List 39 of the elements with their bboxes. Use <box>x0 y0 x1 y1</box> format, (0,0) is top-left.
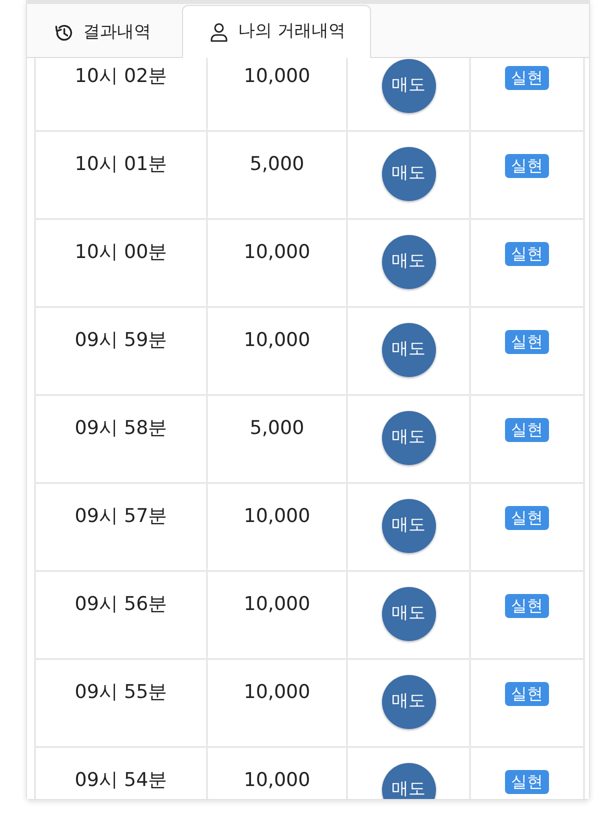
time-cell: 09시 54분 <box>35 747 207 799</box>
time-cell: 10시 00분 <box>35 219 207 307</box>
sell-badge: 매도 <box>382 587 436 641</box>
status-badge: 실현 <box>505 66 549 90</box>
sell-badge: 매도 <box>382 411 436 465</box>
time-cell: 09시 57분 <box>35 483 207 571</box>
time-cell: 10시 02분 <box>35 58 207 131</box>
sell-badge: 매도 <box>382 675 436 729</box>
history-icon <box>54 22 74 42</box>
amount-cell: 5,000 <box>207 131 347 219</box>
status-badge: 실현 <box>505 154 549 178</box>
amount-cell: 10,000 <box>207 307 347 395</box>
tab[interactable]: 나의 거래내역 <box>182 5 371 58</box>
status-badge: 실현 <box>505 770 549 794</box>
sell-badge: 매도 <box>382 235 436 289</box>
status-badge: 실현 <box>505 594 549 618</box>
amount-cell: 10,000 <box>207 571 347 659</box>
amount-cell: 10,000 <box>207 219 347 307</box>
time-cell: 09시 56분 <box>35 571 207 659</box>
time-cell: 09시 59분 <box>35 307 207 395</box>
amount-cell: 5,000 <box>207 395 347 483</box>
time-cell: 09시 55분 <box>35 659 207 747</box>
time-cell: 09시 58분 <box>35 395 207 483</box>
status-badge: 실현 <box>505 682 549 706</box>
amount-cell: 10,000 <box>207 58 347 131</box>
status-badge: 실현 <box>505 418 549 442</box>
status-badge: 실현 <box>505 242 549 266</box>
sell-badge: 매도 <box>382 323 436 377</box>
sell-badge: 매도 <box>382 499 436 553</box>
sell-badge: 매도 <box>382 763 436 799</box>
time-cell: 10시 01분 <box>35 131 207 219</box>
sell-badge: 매도 <box>382 147 436 201</box>
status-badge: 실현 <box>505 506 549 530</box>
amount-cell: 10,000 <box>207 659 347 747</box>
amount-cell: 10,000 <box>207 483 347 571</box>
sell-badge: 매도 <box>382 59 436 113</box>
status-badge: 실현 <box>505 330 549 354</box>
person-icon <box>209 22 229 42</box>
tab[interactable]: 결과내역 <box>27 6 182 58</box>
